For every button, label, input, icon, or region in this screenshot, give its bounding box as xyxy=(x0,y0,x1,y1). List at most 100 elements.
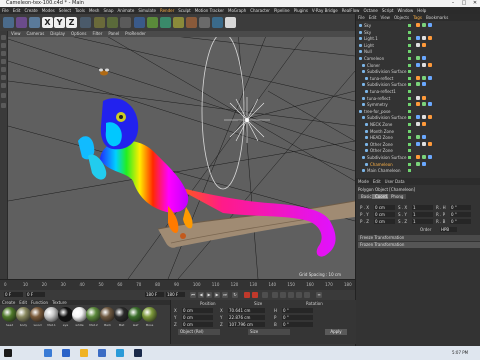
menu-sculpt[interactable]: Sculpt xyxy=(176,7,193,14)
om-menu-objects[interactable]: Objects xyxy=(392,14,411,21)
tag-icon[interactable] xyxy=(422,23,426,27)
visibility-toggle-icon[interactable] xyxy=(408,116,411,120)
rotation-p-field[interactable]: 0 ° xyxy=(282,315,313,320)
object-row[interactable]: Other Zone xyxy=(356,148,480,153)
menu-render[interactable]: Render xyxy=(158,7,176,14)
menu-vray-bridge[interactable]: V-Ray Bridge xyxy=(310,7,340,14)
scale-z-field[interactable]: 1 xyxy=(412,219,433,224)
visibility-toggle-icon[interactable] xyxy=(408,90,411,93)
size-z-field[interactable]: 107.796 cm xyxy=(228,322,265,327)
freeze-transformation-section[interactable]: Freeze Transformation xyxy=(358,235,480,241)
am-menu-edit[interactable]: Edit xyxy=(371,178,383,185)
material-swatch[interactable] xyxy=(16,307,31,322)
vp-menu-prorender[interactable]: ProRender xyxy=(122,31,149,37)
cinema4d-icon[interactable] xyxy=(134,349,142,357)
tag-icon[interactable] xyxy=(422,62,426,67)
order-dropdown[interactable]: HPB xyxy=(440,227,457,232)
tag-icon[interactable] xyxy=(416,42,420,47)
record-icon[interactable] xyxy=(244,292,250,298)
rotation-b-field[interactable]: 0 ° xyxy=(282,322,313,327)
vp-menu-view[interactable]: View xyxy=(8,31,24,37)
current-frame-field[interactable]: 0 F xyxy=(4,292,23,297)
visibility-toggle-icon[interactable] xyxy=(408,30,411,34)
tag-icon[interactable] xyxy=(422,135,426,140)
goto-end-icon[interactable]: ⏭ xyxy=(222,292,228,298)
object-row[interactable]: Subdivision Surface xyxy=(356,82,480,87)
model-mode-icon[interactable] xyxy=(1,43,6,48)
visibility-toggle-icon[interactable] xyxy=(408,70,411,74)
word-icon[interactable] xyxy=(98,349,106,357)
object-row[interactable]: Subdivision Surface xyxy=(356,115,480,120)
menu-script[interactable]: Script xyxy=(380,7,396,14)
visibility-toggle-icon[interactable] xyxy=(408,63,411,67)
tag-icon[interactable] xyxy=(422,36,426,41)
object-row[interactable]: Month Zone xyxy=(356,129,480,134)
render-settings-icon[interactable] xyxy=(120,17,131,28)
object-row[interactable]: tuna-reflect1 xyxy=(356,89,480,94)
size-x-field[interactable]: 70.641 cm xyxy=(228,308,265,313)
object-row[interactable]: tuna-reflect xyxy=(356,95,480,101)
tag-icon[interactable] xyxy=(422,56,426,60)
menu-realflow[interactable]: RealFlow xyxy=(340,7,362,14)
menu-file[interactable]: File xyxy=(0,7,11,14)
tab-phong[interactable]: Phong xyxy=(388,194,407,199)
tag-icon[interactable] xyxy=(422,141,426,146)
menu-help[interactable]: Help xyxy=(415,7,428,14)
visibility-toggle-icon[interactable] xyxy=(408,24,411,27)
visibility-toggle-icon[interactable] xyxy=(408,169,411,173)
visibility-toggle-icon[interactable] xyxy=(408,109,411,113)
visibility-toggle-icon[interactable] xyxy=(408,37,411,41)
visibility-toggle-icon[interactable] xyxy=(408,156,411,159)
tag-icon[interactable] xyxy=(422,122,426,126)
frozen-transformation-section[interactable]: Frozen Transformation xyxy=(358,242,480,248)
object-row[interactable]: tuna-reflect xyxy=(356,75,480,81)
vp-menu-cameras[interactable]: Cameras xyxy=(24,31,48,37)
points-mode-icon[interactable] xyxy=(1,67,6,72)
menu-octane[interactable]: Octane xyxy=(361,7,379,14)
scale-y-field[interactable]: 1 xyxy=(412,212,433,217)
object-row[interactable]: Light.1 xyxy=(356,36,480,41)
redo-icon[interactable] xyxy=(16,17,27,28)
visibility-toggle-icon[interactable] xyxy=(408,76,411,80)
tag-icon[interactable] xyxy=(416,141,420,146)
tag-icon[interactable] xyxy=(416,82,420,87)
coordinate-mode-dropdown[interactable]: Object (Rel) xyxy=(178,329,220,335)
menu-character[interactable]: Character xyxy=(248,7,272,14)
object-row[interactable]: tree-for_pose xyxy=(356,109,480,114)
timeline-menu-icon[interactable]: ≡ xyxy=(316,292,322,298)
visibility-toggle-icon[interactable] xyxy=(408,136,411,140)
om-menu-file[interactable]: File xyxy=(356,14,367,21)
autokey-icon[interactable] xyxy=(252,292,258,298)
size-y-field[interactable]: 22.876 cm xyxy=(228,315,265,320)
tag-icon[interactable] xyxy=(422,161,426,166)
enable-axis-icon[interactable] xyxy=(1,93,6,98)
tag-icon[interactable] xyxy=(422,102,426,107)
snap-icon[interactable] xyxy=(1,103,6,108)
tag-icon[interactable] xyxy=(422,115,426,120)
menu-modes[interactable]: Modes xyxy=(40,7,57,14)
rotation-h-field[interactable]: 0 ° xyxy=(282,308,313,313)
size-mode-dropdown[interactable]: Size xyxy=(248,329,290,335)
param-key-icon[interactable] xyxy=(296,292,302,298)
tag-icon[interactable] xyxy=(428,141,432,146)
object-row[interactable]: Cameleon xyxy=(356,56,480,61)
make-editable-icon[interactable] xyxy=(1,35,6,40)
tag-icon[interactable] xyxy=(416,115,420,120)
visibility-toggle-icon[interactable] xyxy=(408,142,411,146)
material-swatch[interactable] xyxy=(100,307,115,322)
menu-mesh[interactable]: Mesh xyxy=(87,7,102,14)
tag-icon[interactable] xyxy=(428,102,432,107)
play-icon[interactable]: ▶ xyxy=(206,292,212,298)
mat-menu-function[interactable]: Function xyxy=(29,300,50,305)
mat-menu-create[interactable]: Create xyxy=(0,300,17,305)
tag-icon[interactable] xyxy=(416,75,420,80)
move-key-icon[interactable] xyxy=(272,292,278,298)
environment-icon[interactable] xyxy=(199,17,210,28)
object-row[interactable]: NECK Zone xyxy=(356,122,480,127)
tag-icon[interactable] xyxy=(422,75,426,80)
mat-menu-edit[interactable]: Edit xyxy=(17,300,29,305)
close-button[interactable]: ✕ xyxy=(470,0,480,7)
tag-icon[interactable] xyxy=(416,135,420,140)
visibility-toggle-icon[interactable] xyxy=(408,103,411,107)
end-frame-field-2[interactable]: 180 F xyxy=(166,292,185,297)
